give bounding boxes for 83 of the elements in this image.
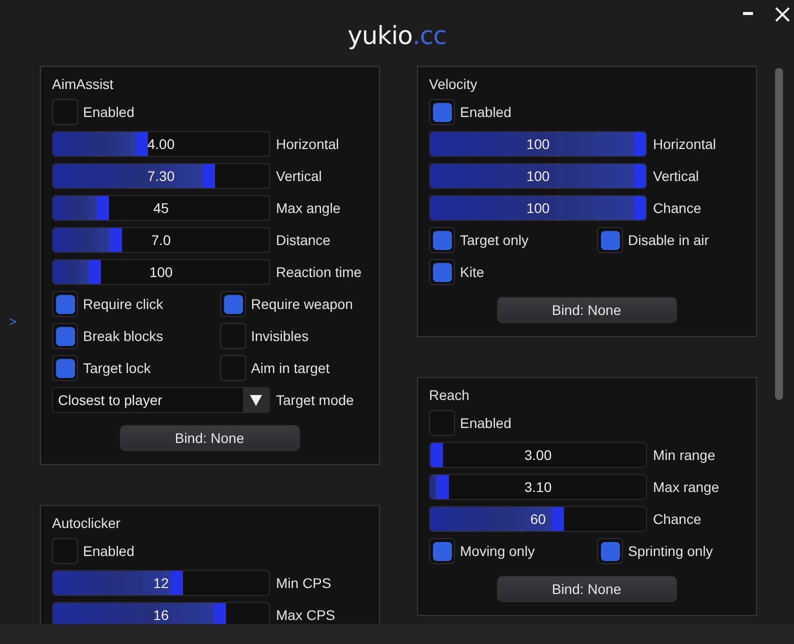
slider[interactable]: 60 bbox=[429, 506, 647, 532]
slider-label: Vertical bbox=[276, 168, 323, 184]
checkbox[interactable] bbox=[429, 227, 455, 253]
panel-title: Reach bbox=[429, 386, 470, 405]
caret-icon bbox=[250, 394, 262, 406]
bind-button[interactable]: Bind: None bbox=[496, 297, 676, 323]
slider[interactable]: 16 bbox=[52, 602, 270, 624]
checkbox[interactable] bbox=[52, 538, 78, 564]
checkbox-label: Moving only bbox=[460, 543, 535, 559]
panel-title: AimAssist bbox=[52, 75, 114, 94]
slider[interactable]: 100 bbox=[429, 195, 647, 221]
slider-label: Max range bbox=[653, 479, 720, 495]
slider-label: Reaction time bbox=[276, 264, 363, 280]
slider[interactable]: 100 bbox=[429, 163, 647, 189]
slider-value: 100 bbox=[526, 200, 550, 216]
slider[interactable]: 3.10 bbox=[429, 474, 647, 500]
slider-value: 7.0 bbox=[151, 232, 171, 248]
checkbox-label: Enabled bbox=[83, 104, 134, 120]
slider-value: 100 bbox=[526, 168, 550, 184]
checkbox[interactable] bbox=[597, 538, 623, 564]
slider[interactable]: 100 bbox=[52, 259, 270, 285]
panel-title: Autoclicker bbox=[52, 514, 120, 533]
checkbox-label: Break blocks bbox=[83, 328, 164, 344]
logo-accent-text: .cc bbox=[412, 21, 446, 50]
dropdown-label: Target mode bbox=[276, 392, 355, 408]
slider-value: 100 bbox=[149, 264, 173, 280]
checkbox[interactable] bbox=[429, 259, 455, 285]
slider-value: 12 bbox=[153, 575, 169, 591]
checkbox-label: Disable in air bbox=[628, 232, 709, 248]
slider-label: Horizontal bbox=[653, 136, 718, 152]
checkbox-label: Sprinting only bbox=[628, 543, 713, 559]
checkbox-label: Target only bbox=[460, 232, 528, 248]
slider[interactable]: 100 bbox=[429, 131, 647, 157]
slider-label: Min range bbox=[653, 447, 716, 463]
bind-button[interactable]: Bind: None bbox=[120, 425, 300, 451]
sidebar-toggle[interactable]: > bbox=[9, 314, 17, 329]
checkbox-label: Enabled bbox=[83, 543, 134, 559]
slider-value: 60 bbox=[530, 511, 546, 527]
slider-label: Chance bbox=[653, 200, 702, 216]
bind-button[interactable]: Bind: None bbox=[496, 576, 676, 602]
slider[interactable]: 45 bbox=[52, 195, 270, 221]
checkbox[interactable] bbox=[52, 99, 78, 125]
slider-label: Vertical bbox=[653, 168, 700, 184]
slider-label: Distance bbox=[276, 232, 332, 248]
scrollbar[interactable] bbox=[775, 68, 783, 400]
checkbox-label: Require click bbox=[83, 296, 164, 312]
checkbox[interactable] bbox=[52, 323, 78, 349]
checkbox[interactable] bbox=[429, 410, 455, 436]
slider-value: 3.00 bbox=[524, 447, 552, 463]
slider[interactable]: 7.30 bbox=[52, 163, 270, 189]
checkbox[interactable] bbox=[429, 99, 455, 125]
slider-label: Chance bbox=[653, 511, 702, 527]
checkbox-label: Enabled bbox=[460, 415, 512, 431]
checkbox-label: Target lock bbox=[83, 360, 151, 376]
slider-label: Max angle bbox=[276, 200, 342, 216]
slider[interactable]: 7.0 bbox=[52, 227, 270, 253]
checkbox-label: Kite bbox=[460, 264, 484, 280]
slider-label: Horizontal bbox=[276, 136, 340, 152]
logo-text: yukio bbox=[348, 21, 412, 50]
slider-value: 7.30 bbox=[147, 168, 175, 184]
checkbox[interactable] bbox=[220, 323, 246, 349]
checkbox[interactable] bbox=[220, 291, 246, 317]
panel-title: Velocity bbox=[429, 75, 478, 94]
dropdown[interactable]: Closest to player bbox=[52, 387, 270, 413]
slider-value: 16 bbox=[153, 607, 169, 623]
slider-value: 100 bbox=[526, 136, 550, 152]
slider-value: 3.10 bbox=[524, 479, 552, 495]
slider[interactable]: 12 bbox=[52, 570, 270, 596]
checkbox[interactable] bbox=[597, 227, 623, 253]
checkbox-label: Aim in target bbox=[251, 360, 330, 376]
minimize-icon[interactable] bbox=[743, 12, 753, 16]
checkbox[interactable] bbox=[52, 355, 78, 381]
checkbox[interactable] bbox=[220, 355, 246, 381]
close-icon[interactable] bbox=[775, 7, 790, 22]
checkbox-label: Require weapon bbox=[251, 296, 353, 312]
slider-label: Max CPS bbox=[276, 607, 336, 623]
checkbox-label: Enabled bbox=[460, 104, 512, 120]
slider-label: Min CPS bbox=[276, 575, 332, 591]
checkbox-label: Invisibles bbox=[251, 328, 309, 344]
slider-value: 45 bbox=[153, 200, 169, 216]
checkbox[interactable] bbox=[429, 538, 455, 564]
checkbox[interactable] bbox=[52, 291, 78, 317]
slider[interactable]: 3.00 bbox=[429, 442, 647, 468]
